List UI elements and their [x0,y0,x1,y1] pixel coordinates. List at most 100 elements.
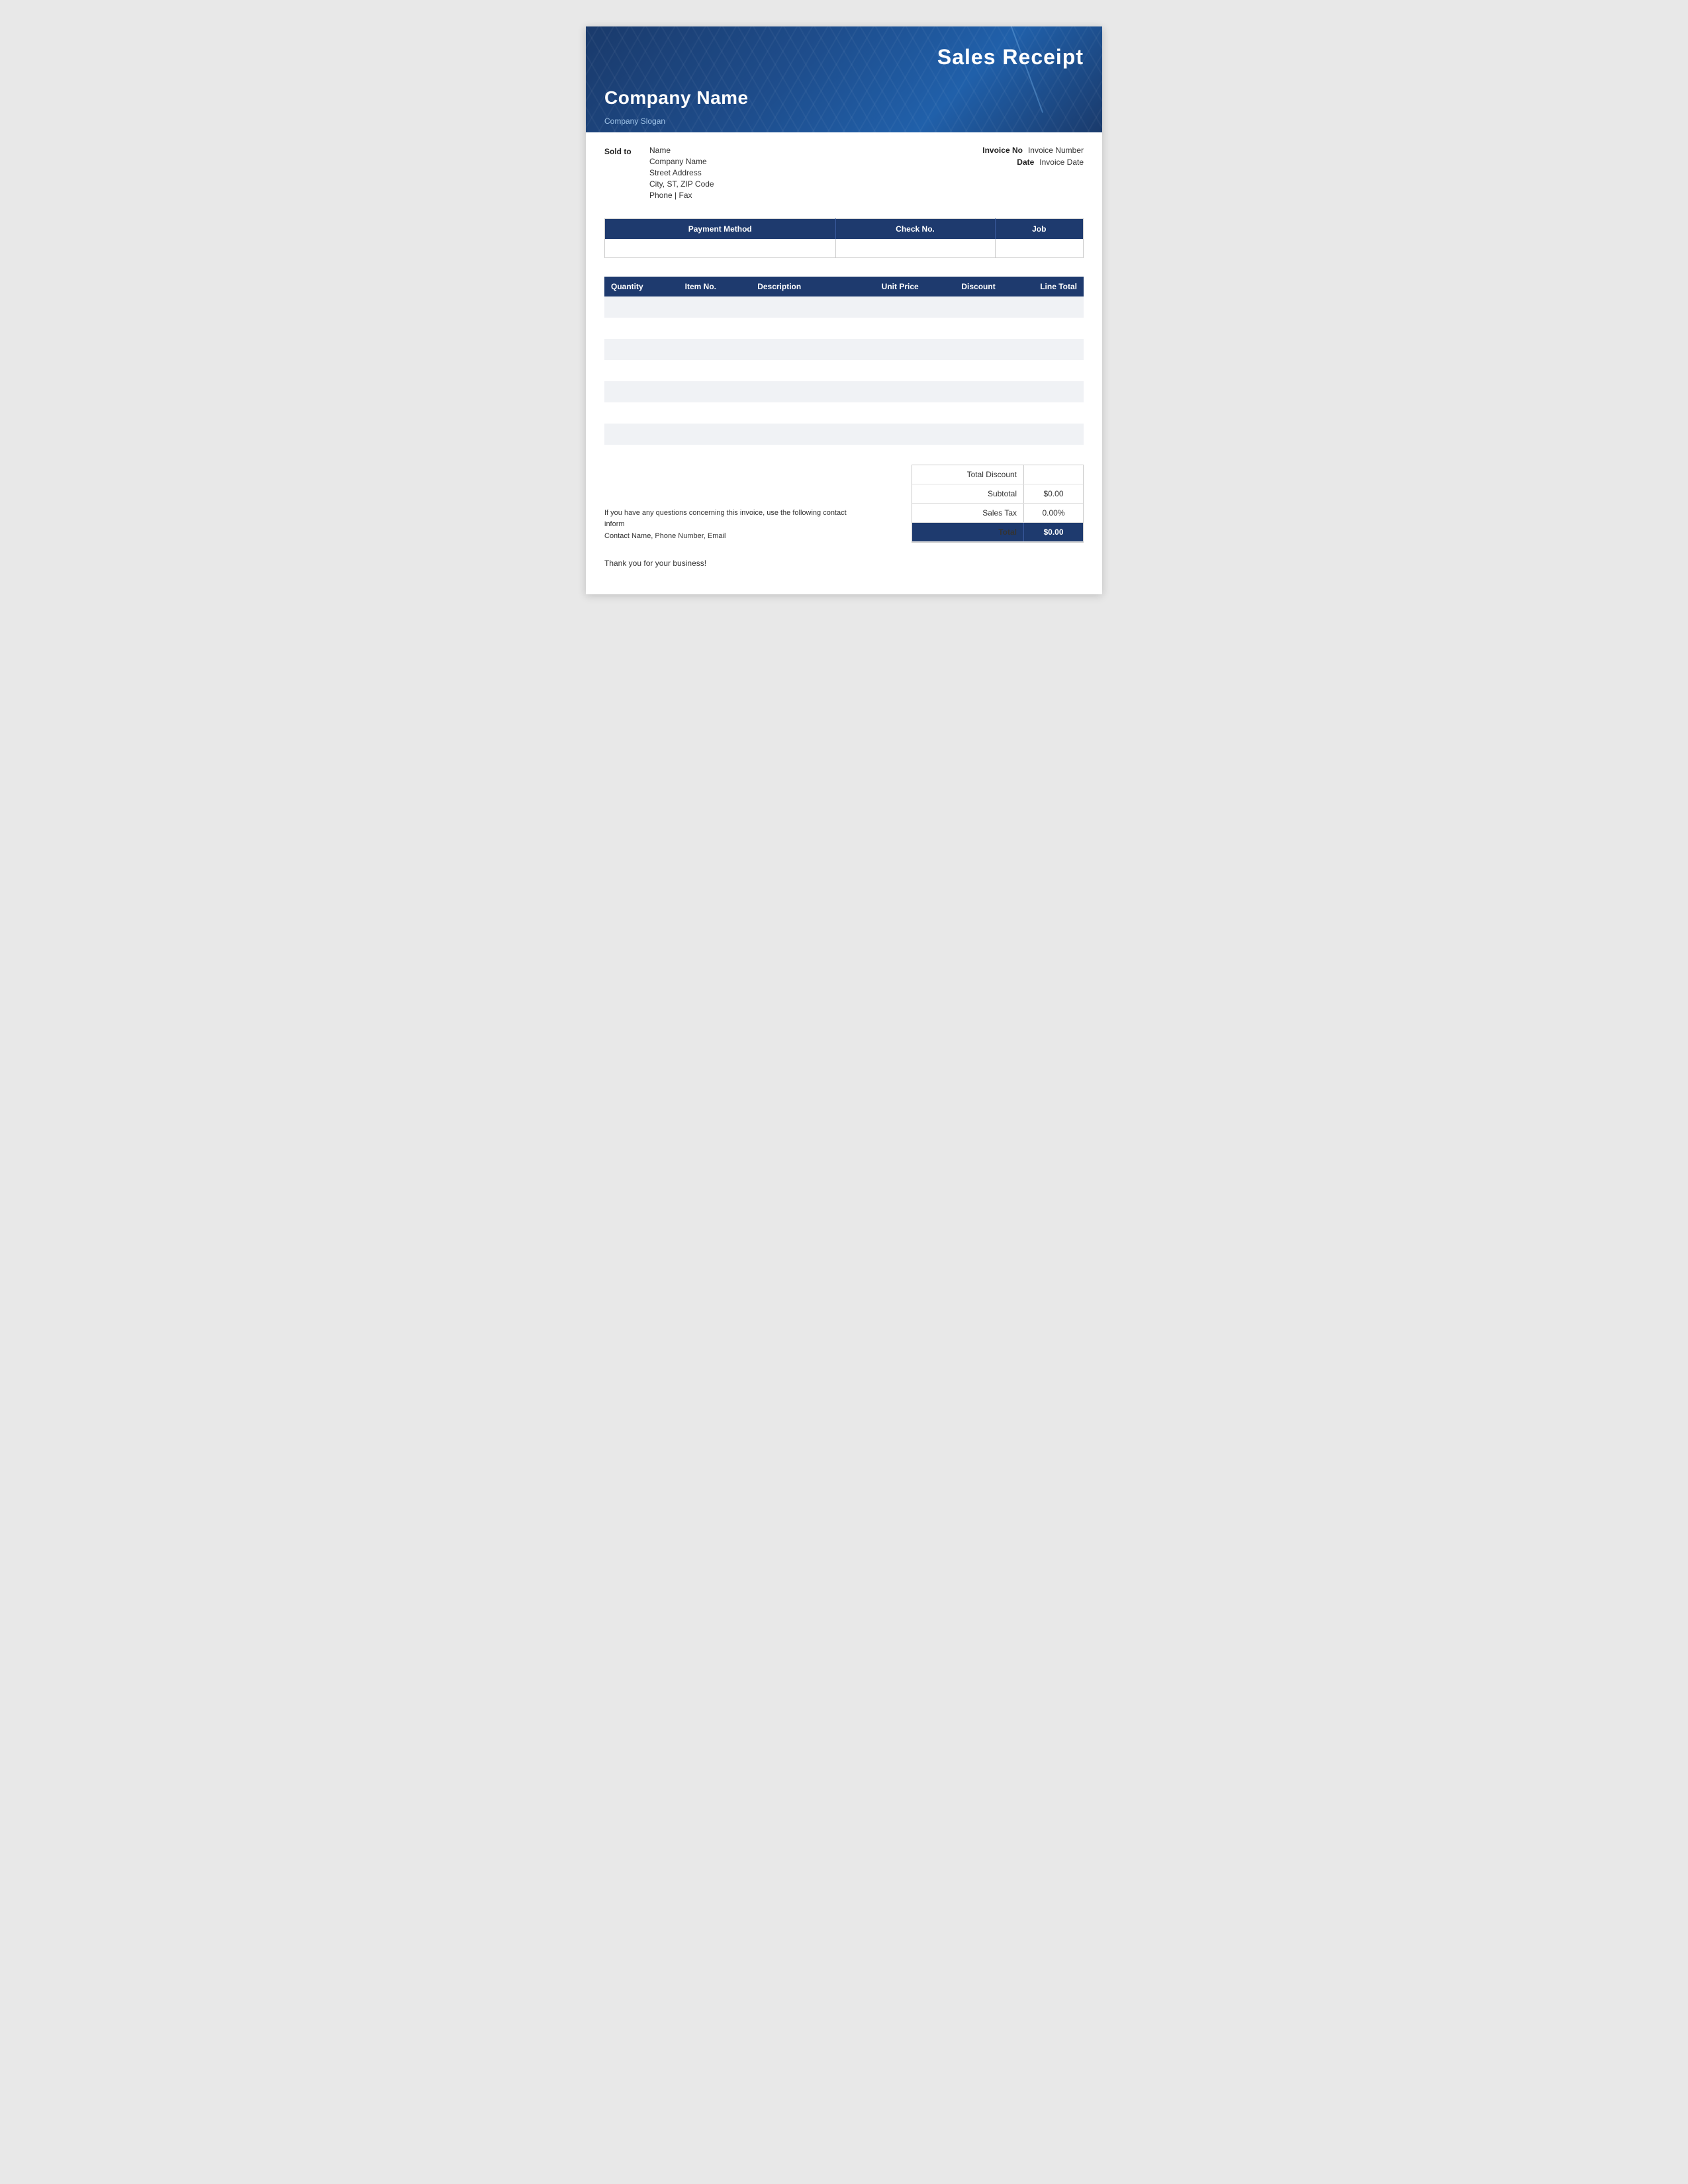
payment-method-header: Payment Method [605,219,836,240]
check-no-cell [835,239,995,257]
invoice-no-label: Invoice No [982,146,1023,155]
total-final-row: Total $0.00 [912,523,1083,542]
items-cell-2-4 [925,339,1002,360]
items-cell-6-4 [925,424,1002,445]
items-cell-2-1 [679,339,751,360]
items-cell-1-3 [843,318,925,339]
items-cell-0-1 [679,296,751,318]
items-cell-1-0 [604,318,679,339]
items-cell-4-4 [925,381,1002,402]
invoice-no-row: Invoice No Invoice Number [982,146,1084,155]
items-cell-5-2 [751,402,843,424]
item-no-header: Item No. [679,277,751,296]
payment-section: Payment Method Check No. Job [586,206,1102,265]
items-row-2 [604,339,1084,360]
company-slogan: Company Slogan [604,116,665,126]
contact-note: If you have any questions concerning thi… [604,509,847,529]
payment-header-row: Payment Method Check No. Job [605,219,1084,240]
items-cell-2-0 [604,339,679,360]
items-row-4 [604,381,1084,402]
items-cell-4-5 [1002,381,1084,402]
items-header-row: Quantity Item No. Description Unit Price… [604,277,1084,296]
buyer-company: Company Name [649,157,714,166]
thank-you-message: Thank you for your business! [586,549,1102,568]
buyer-city: City, ST, ZIP Code [649,179,714,189]
document-title: Sales Receipt [937,45,1084,69]
unit-price-header: Unit Price [843,277,925,296]
items-cell-1-1 [679,318,751,339]
items-row-5 [604,402,1084,424]
items-cell-3-0 [604,360,679,381]
items-cell-6-3 [843,424,925,445]
items-cell-1-4 [925,318,1002,339]
items-cell-6-2 [751,424,843,445]
items-cell-6-0 [604,424,679,445]
items-cell-5-3 [843,402,925,424]
discount-label: Total Discount [912,467,1023,482]
items-cell-0-5 [1002,296,1084,318]
check-no-header: Check No. [835,219,995,240]
contact-details: Contact Name, Phone Number, Email [604,532,726,540]
totals-block: Total Discount Subtotal $0.00 Sales Tax … [912,465,1084,543]
qty-header: Quantity [604,277,679,296]
items-cell-6-5 [1002,424,1084,445]
payment-data-row [605,239,1084,257]
items-cell-2-2 [751,339,843,360]
tax-row: Sales Tax 0.00% [912,504,1083,523]
subtotal-label: Subtotal [912,486,1023,502]
totals-outer: Total Discount Subtotal $0.00 Sales Tax … [912,465,1084,543]
items-section: Quantity Item No. Description Unit Price… [586,265,1102,451]
items-row-0 [604,296,1084,318]
subtotal-value: $0.00 [1023,484,1083,503]
buyer-name: Name [649,146,714,155]
tax-label: Sales Tax [912,505,1023,521]
items-cell-5-0 [604,402,679,424]
invoice-date-label: Date [1017,158,1034,167]
total-value: $0.00 [1023,523,1083,541]
items-cell-1-2 [751,318,843,339]
job-header: Job [995,219,1083,240]
items-cell-3-5 [1002,360,1084,381]
items-cell-1-5 [1002,318,1084,339]
invoice-date-row: Date Invoice Date [1017,158,1084,167]
job-cell [995,239,1083,257]
invoice-block: Invoice No Invoice Number Date Invoice D… [982,146,1084,200]
items-cell-4-0 [604,381,679,402]
items-cell-4-3 [843,381,925,402]
items-cell-2-3 [843,339,925,360]
sales-receipt-page: Company Name Company Slogan Sales Receip… [586,26,1102,594]
payment-method-cell [605,239,836,257]
items-cell-4-1 [679,381,751,402]
buyer-street: Street Address [649,168,714,177]
items-cell-0-2 [751,296,843,318]
items-cell-3-4 [925,360,1002,381]
company-name: Company Name [604,87,749,109]
line-total-header: Line Total [1002,277,1084,296]
items-cell-3-3 [843,360,925,381]
items-cell-6-1 [679,424,751,445]
footer-note: If you have any questions concerning thi… [604,508,856,543]
discount-value [1023,465,1083,484]
items-cell-3-2 [751,360,843,381]
sold-to-block: Sold to Name Company Name Street Address… [604,146,714,200]
invoice-no-value: Invoice Number [1028,146,1084,155]
items-cell-5-5 [1002,402,1084,424]
buyer-phone: Phone | Fax [649,191,714,200]
items-row-1 [604,318,1084,339]
items-row-6 [604,424,1084,445]
payment-table: Payment Method Check No. Job [604,218,1084,258]
sold-to-details: Name Company Name Street Address City, S… [649,146,714,200]
items-cell-2-5 [1002,339,1084,360]
totals-section: If you have any questions concerning thi… [586,451,1102,549]
sold-to-label: Sold to [604,146,639,200]
items-cell-0-4 [925,296,1002,318]
items-cell-4-2 [751,381,843,402]
total-label: Total [912,524,1023,540]
discount-header: Discount [925,277,1002,296]
items-cell-0-3 [843,296,925,318]
subtotal-row: Subtotal $0.00 [912,484,1083,504]
items-cell-5-4 [925,402,1002,424]
description-header: Description [751,277,843,296]
tax-value: 0.00% [1023,504,1083,522]
invoice-date-value: Invoice Date [1039,158,1084,167]
